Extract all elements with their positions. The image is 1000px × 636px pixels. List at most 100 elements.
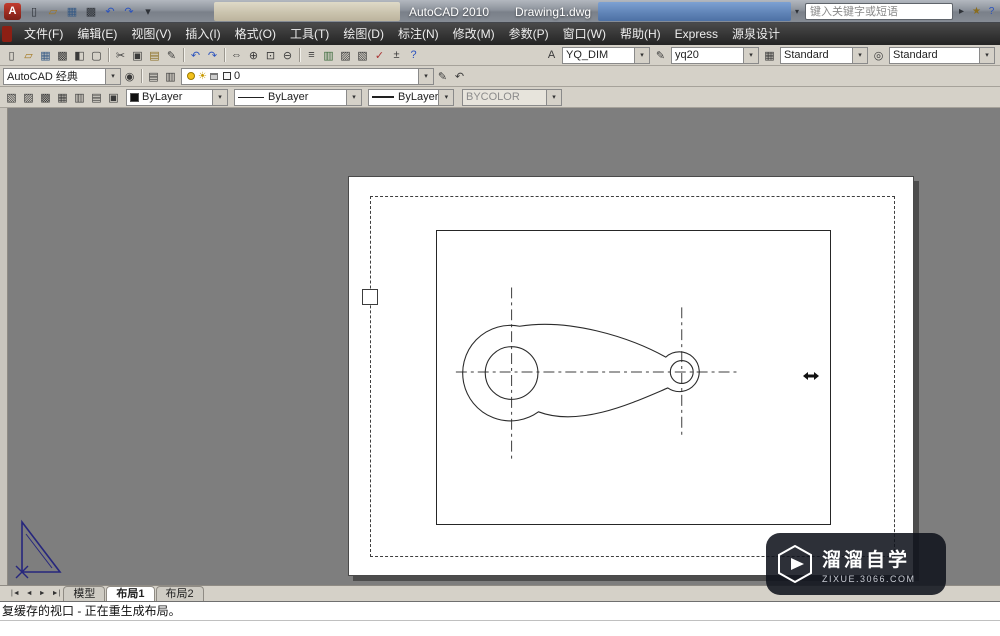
layer-tool-icon[interactable]: ▥ xyxy=(71,89,88,106)
menu-modify[interactable]: 修改(M) xyxy=(446,23,502,45)
layer-tool-icon[interactable]: ▨ xyxy=(20,89,37,106)
chevron-down-icon[interactable]: ▾ xyxy=(346,89,361,105)
layer-combo[interactable]: ☀ 0 ▾ xyxy=(181,67,434,85)
favorites-star-icon[interactable]: ★ xyxy=(970,4,983,20)
layer-states-icon[interactable]: ▥ xyxy=(162,68,179,85)
edit-style-icon[interactable]: ✎ xyxy=(652,47,669,64)
menu-edit[interactable]: 编辑(E) xyxy=(70,23,124,45)
next-tab-button[interactable]: ► xyxy=(36,590,49,597)
workspace-combo[interactable]: AutoCAD 经典 ▾ xyxy=(3,67,121,85)
chevron-down-icon[interactable]: ▾ xyxy=(418,68,433,84)
command-input[interactable] xyxy=(0,621,1000,636)
cut-icon[interactable]: ✂ xyxy=(112,47,129,64)
save-icon[interactable]: ▦ xyxy=(37,47,54,64)
sheet-set-manager-icon[interactable]: ▧ xyxy=(354,47,371,64)
menu-view[interactable]: 视图(V) xyxy=(124,23,178,45)
help-icon[interactable]: ? xyxy=(985,4,998,20)
open-icon[interactable]: ▱ xyxy=(20,47,37,64)
menu-help[interactable]: 帮助(H) xyxy=(613,23,668,45)
layout-paper[interactable] xyxy=(348,176,914,576)
quickcalc-icon[interactable]: ± xyxy=(388,47,405,64)
prev-tab-button[interactable]: ◄ xyxy=(23,590,36,597)
qat-menu-chevron-icon[interactable]: ▾ xyxy=(140,3,156,19)
pan-icon[interactable]: ⇔ xyxy=(228,47,245,64)
undo-icon[interactable]: ↶ xyxy=(187,47,204,64)
menu-window[interactable]: 窗口(W) xyxy=(556,23,613,45)
last-tab-button[interactable]: ►| xyxy=(49,590,64,597)
menu-dimension[interactable]: 标注(N) xyxy=(391,23,446,45)
designcenter-icon[interactable]: ▥ xyxy=(320,47,337,64)
layer-color-swatch[interactable] xyxy=(222,72,231,80)
app-icon[interactable]: A xyxy=(4,2,21,20)
layer-previous-icon[interactable]: ↶ xyxy=(451,68,468,85)
copy-icon[interactable]: ▣ xyxy=(129,47,146,64)
save-icon[interactable]: ▦ xyxy=(64,3,80,19)
chevron-down-icon[interactable]: ▾ xyxy=(634,47,649,63)
chevron-down-icon[interactable]: ▾ xyxy=(438,89,453,105)
infocenter-search-input[interactable] xyxy=(805,3,953,20)
plot-icon[interactable]: ▩ xyxy=(54,47,71,64)
gear-icon[interactable]: ◉ xyxy=(121,68,138,85)
app-menu-icon[interactable] xyxy=(2,26,12,42)
chevron-down-icon[interactable]: ▾ xyxy=(852,47,867,63)
linetype-combo[interactable]: ByLayer ▾ xyxy=(234,88,362,106)
help-icon[interactable]: ? xyxy=(405,47,422,64)
redo-icon[interactable]: ↷ xyxy=(121,3,137,19)
layer-tool-icon[interactable]: ▣ xyxy=(105,89,122,106)
chevron-down-icon[interactable]: ▾ xyxy=(105,68,120,84)
zoom-previous-icon[interactable]: ⊖ xyxy=(279,47,296,64)
markup-icon[interactable]: ✓ xyxy=(371,47,388,64)
chevron-down-icon[interactable]: ▾ xyxy=(791,7,803,16)
layer-tool-icon[interactable]: ▧ xyxy=(3,89,20,106)
menu-format[interactable]: 格式(O) xyxy=(228,23,283,45)
redo-icon[interactable]: ↷ xyxy=(204,47,221,64)
layer-freeze-sun-icon[interactable]: ☀ xyxy=(198,71,207,82)
chevron-down-icon[interactable]: ▾ xyxy=(743,47,758,63)
make-object-layer-current-icon[interactable]: ✎ xyxy=(434,68,451,85)
chevron-down-icon[interactable]: ▾ xyxy=(212,89,227,105)
plot-icon[interactable]: ▩ xyxy=(83,3,99,19)
layer-properties-manager-icon[interactable]: ▤ xyxy=(145,68,162,85)
first-tab-button[interactable]: |◄ xyxy=(8,590,23,597)
table-style-combo[interactable]: Standard ▾ xyxy=(780,46,868,64)
tab-model[interactable]: 模型 xyxy=(63,586,106,601)
paste-icon[interactable]: ▤ xyxy=(146,47,163,64)
text-style-combo[interactable]: yq20 ▾ xyxy=(671,46,759,64)
multileader-style-combo[interactable]: Standard ▾ xyxy=(889,46,995,64)
open-icon[interactable]: ▱ xyxy=(45,3,61,19)
match-properties-icon[interactable]: ✎ xyxy=(163,47,180,64)
dim-style-combo[interactable]: YQ_DIM ▾ xyxy=(562,46,650,64)
layer-on-bulb-icon[interactable] xyxy=(187,72,195,80)
tab-layout2[interactable]: 布局2 xyxy=(155,586,204,601)
text-style-icon[interactable]: A xyxy=(543,47,560,64)
menu-file[interactable]: 文件(F) xyxy=(17,23,70,45)
qnew-icon[interactable]: ▯ xyxy=(3,47,20,64)
chevron-down-icon[interactable]: ▾ xyxy=(979,47,994,63)
menu-insert[interactable]: 插入(I) xyxy=(178,23,227,45)
layer-tool-icon[interactable]: ▩ xyxy=(37,89,54,106)
plot-preview-icon[interactable]: ◧ xyxy=(71,47,88,64)
tab-layout1[interactable]: 布局1 xyxy=(106,586,155,601)
multileader-style-icon[interactable]: ◎ xyxy=(870,47,887,64)
undo-icon[interactable]: ↶ xyxy=(102,3,118,19)
menu-yuanquan-design[interactable]: 源泉设计 xyxy=(725,23,787,45)
lineweight-combo[interactable]: ByLayer ▾ xyxy=(368,88,454,106)
menu-tools[interactable]: 工具(T) xyxy=(283,23,336,45)
menu-parametric[interactable]: 参数(P) xyxy=(502,23,556,45)
qnew-icon[interactable]: ▯ xyxy=(26,3,42,19)
layer-tool-icon[interactable]: ▤ xyxy=(88,89,105,106)
layout-viewport[interactable] xyxy=(436,230,831,525)
object-color-combo[interactable]: ByLayer ▾ xyxy=(126,88,228,106)
drawing-canvas[interactable] xyxy=(0,108,1000,585)
zoom-realtime-icon[interactable]: ⊕ xyxy=(245,47,262,64)
layer-tool-icon[interactable]: ▦ xyxy=(54,89,71,106)
properties-palette-icon[interactable]: ≡ xyxy=(303,47,320,64)
publish-icon[interactable]: ▢ xyxy=(88,47,105,64)
menu-express[interactable]: Express xyxy=(668,23,725,45)
menu-draw[interactable]: 绘图(D) xyxy=(336,23,391,45)
viewport-grip-square[interactable] xyxy=(362,289,378,305)
zoom-window-icon[interactable]: ⊡ xyxy=(262,47,279,64)
tool-palettes-icon[interactable]: ▨ xyxy=(337,47,354,64)
layer-lock-icon[interactable] xyxy=(209,72,218,80)
table-style-icon[interactable]: ▦ xyxy=(761,47,778,64)
